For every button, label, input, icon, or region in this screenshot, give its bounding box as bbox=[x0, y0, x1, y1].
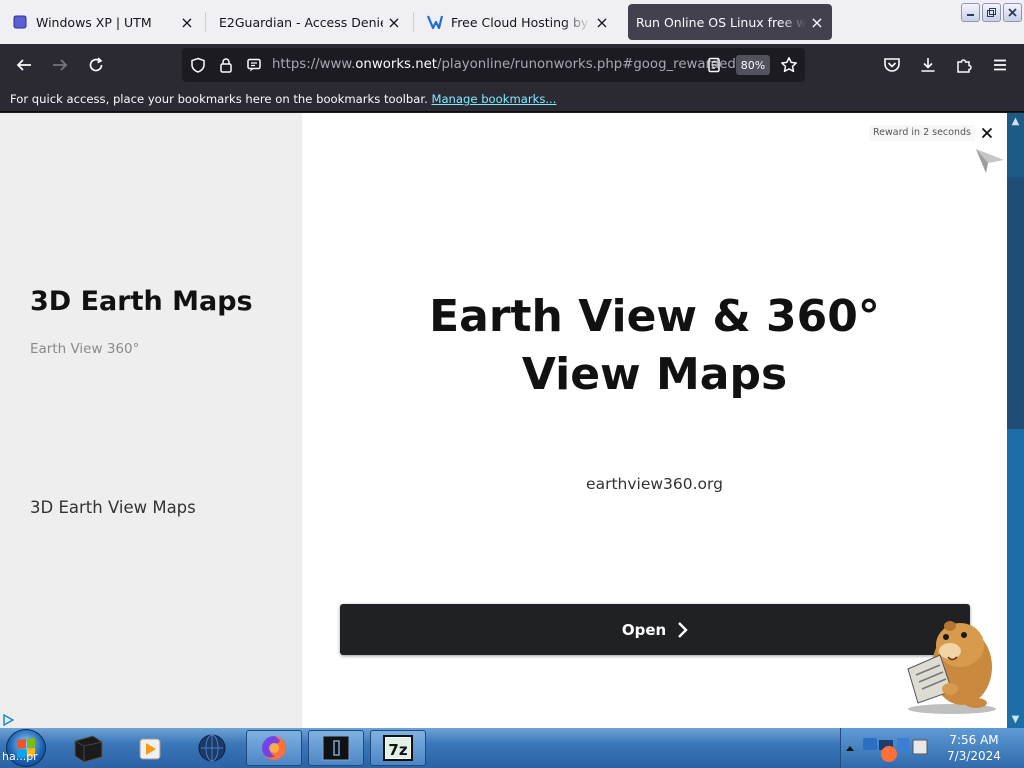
ad-site-url: earthview360.org bbox=[586, 475, 723, 493]
ad-headline-line1: Earth View & 360° bbox=[429, 291, 880, 342]
ad-sidebar-title: 3D Earth Maps bbox=[30, 286, 253, 317]
reader-view-icon[interactable] bbox=[704, 55, 724, 75]
windows-taskbar: ha...pr 7z 7:56 AM 7/3/2024 bbox=[0, 728, 1024, 768]
url-domain: onworks.net bbox=[355, 57, 438, 72]
firefox-icon bbox=[262, 736, 286, 760]
console-window-icon bbox=[322, 735, 350, 761]
bookmarks-hint: For quick access, place your bookmarks h… bbox=[10, 92, 556, 106]
tab-windows-xp-utm[interactable]: Windows XP | UTM × bbox=[0, 4, 206, 40]
terminal-box-icon bbox=[74, 735, 103, 763]
scroll-up-icon[interactable]: ▲ bbox=[1007, 113, 1024, 130]
window-controls bbox=[961, 3, 1022, 22]
ad-sidebar: 3D Earth Maps Earth View 360° 3D Earth V… bbox=[0, 113, 302, 728]
pocket-icon[interactable] bbox=[880, 53, 904, 77]
hamburger-menu-icon[interactable] bbox=[988, 53, 1012, 77]
tab-label: Free Cloud Hosting by OnWorks bbox=[451, 14, 591, 30]
url-text[interactable]: https://www.onworks.net/playonline/runon… bbox=[272, 57, 736, 72]
ad-app-name: 3D Earth View Maps bbox=[30, 498, 196, 517]
permissions-icon[interactable] bbox=[244, 55, 264, 75]
onworks-favicon-icon bbox=[427, 14, 443, 30]
ad-headline: Earth View & 360° View Maps bbox=[302, 288, 1007, 404]
window-close-button[interactable] bbox=[1003, 3, 1022, 22]
tab-run-online-os[interactable]: Run Online OS Linux free with OnWorks × bbox=[628, 4, 832, 40]
tab-label: E2Guardian - Access Denied bbox=[219, 14, 383, 30]
back-arrow-icon[interactable] bbox=[12, 53, 36, 77]
extensions-icon[interactable] bbox=[952, 53, 976, 77]
taskbar-media-player[interactable] bbox=[122, 730, 178, 766]
globe-icon bbox=[198, 734, 226, 762]
ad-choices-icon[interactable] bbox=[2, 714, 14, 726]
reload-icon[interactable] bbox=[84, 53, 108, 77]
taskbar-console-window[interactable] bbox=[308, 730, 364, 766]
manage-bookmarks-link[interactable]: Manage bookmarks... bbox=[431, 92, 556, 106]
open-button-label: Open bbox=[621, 620, 667, 639]
tab-onworks-hosting[interactable]: Free Cloud Hosting by OnWorks × bbox=[415, 4, 621, 40]
scrollbar-track-upper[interactable] bbox=[1007, 177, 1024, 429]
lock-icon[interactable] bbox=[216, 55, 236, 75]
reward-countdown: Reward in 2 seconds bbox=[869, 125, 975, 141]
open-button[interactable]: Open bbox=[340, 604, 970, 655]
ad-sidebar-subtitle: Earth View 360° bbox=[30, 341, 140, 357]
svg-text:7z: 7z bbox=[388, 741, 407, 759]
close-icon[interactable]: × bbox=[383, 11, 405, 33]
close-icon bbox=[981, 127, 993, 139]
media-player-icon bbox=[139, 738, 161, 760]
zoom-level-button[interactable]: 80% bbox=[736, 55, 770, 75]
restore-button[interactable] bbox=[982, 3, 1001, 22]
tab-separator bbox=[205, 12, 206, 32]
url-prefix: https://www. bbox=[272, 57, 356, 72]
downloads-icon[interactable] bbox=[916, 53, 940, 77]
tab-separator bbox=[413, 12, 414, 32]
clock-time: 7:56 AM bbox=[949, 733, 999, 747]
bookmarks-toolbar: For quick access, place your bookmarks h… bbox=[0, 86, 1024, 112]
close-icon[interactable]: × bbox=[591, 11, 613, 33]
taskbar-globe-app[interactable] bbox=[184, 730, 240, 766]
tab-label: Run Online OS Linux free with OnWorks bbox=[636, 14, 806, 30]
taskbar-7zip[interactable]: 7z bbox=[370, 730, 426, 766]
shield-icon[interactable] bbox=[188, 55, 208, 75]
taskbar-firefox[interactable] bbox=[246, 730, 302, 766]
tab-e2guardian[interactable]: E2Guardian - Access Denied × bbox=[207, 4, 413, 40]
close-icon[interactable]: × bbox=[806, 11, 828, 33]
close-icon[interactable]: × bbox=[176, 11, 198, 33]
navigation-toolbar: https://www.onworks.net/playonline/runon… bbox=[0, 44, 1024, 86]
clock-date: 7/3/2024 bbox=[947, 749, 1001, 763]
send-arrow-icon bbox=[976, 149, 1004, 173]
seven-zip-icon: 7z bbox=[383, 735, 413, 761]
scroll-down-icon[interactable]: ▼ bbox=[1007, 711, 1024, 728]
hamster-mascot-icon[interactable] bbox=[890, 605, 1000, 715]
bookmarks-hint-text: For quick access, place your bookmarks h… bbox=[10, 92, 428, 106]
system-clock[interactable]: 7:56 AM 7/3/2024 bbox=[931, 732, 1017, 764]
tab-label: Windows XP | UTM bbox=[36, 14, 152, 30]
system-tray: 7:56 AM 7/3/2024 bbox=[840, 728, 1024, 768]
utm-favicon-icon bbox=[12, 14, 28, 30]
ad-headline-line2: View Maps bbox=[521, 349, 788, 400]
scrollbar-thumb[interactable] bbox=[1007, 429, 1024, 728]
address-bar[interactable]: https://www.onworks.net/playonline/runon… bbox=[182, 48, 805, 82]
url-path: /playonline/runonworks.php#goog_rewarded bbox=[437, 57, 736, 72]
page-content: 3D Earth Maps Earth View 360° 3D Earth V… bbox=[0, 113, 1024, 728]
clipped-taskbar-text: ha...pr bbox=[2, 750, 38, 763]
chevron-right-icon bbox=[678, 621, 688, 638]
tray-expand-icon[interactable] bbox=[845, 744, 855, 752]
screen: Windows XP | UTM × E2Guardian - Access D… bbox=[0, 0, 1024, 768]
minimize-button[interactable] bbox=[961, 3, 980, 22]
tab-strip: Windows XP | UTM × E2Guardian - Access D… bbox=[0, 0, 1024, 44]
close-ad-button[interactable] bbox=[977, 123, 997, 143]
tray-icons[interactable] bbox=[861, 734, 931, 764]
forward-arrow-icon[interactable] bbox=[48, 53, 72, 77]
vertical-scrollbar[interactable]: ▲ ▼ bbox=[1007, 113, 1024, 728]
bookmark-star-icon[interactable] bbox=[779, 55, 799, 75]
taskbar-terminal-app[interactable] bbox=[60, 730, 116, 766]
